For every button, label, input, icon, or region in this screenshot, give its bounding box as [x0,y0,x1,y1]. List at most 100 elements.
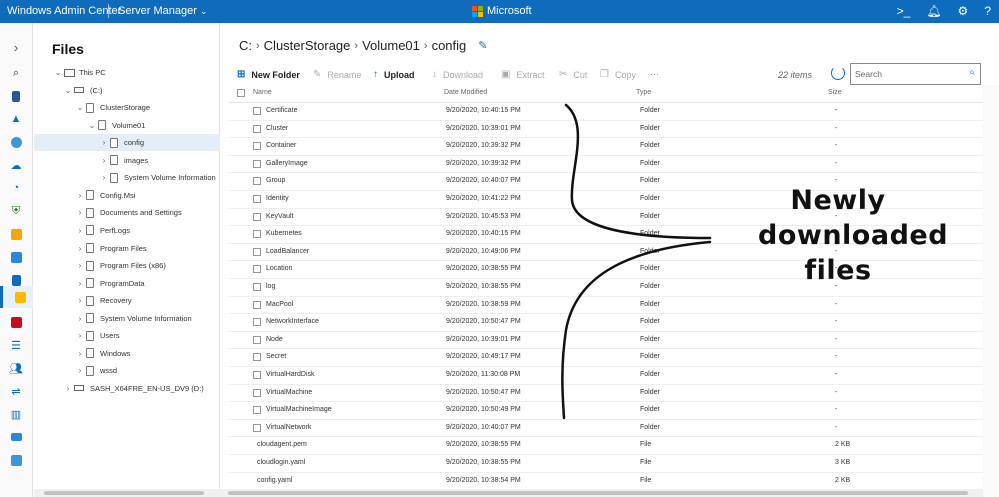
table-row[interactable]: GalleryImage 9/20/2020, 10:39:32 PM Folder… [229,156,983,174]
chevron-down-icon[interactable]: ⌄ [74,103,86,112]
backup-icon[interactable] [8,134,24,150]
overview-icon[interactable] [8,88,24,104]
help-icon[interactable]: ? [984,4,991,18]
chevron-right-icon[interactable]: › [98,173,110,182]
list-vertical-scrollbar[interactable] [983,85,999,497]
users-icon[interactable]: 👥︎ [8,360,24,376]
tree-node[interactable]: › Windows [34,345,220,362]
gear-icon[interactable]: ⚙ [958,4,969,18]
firewall-icon[interactable] [8,314,24,330]
table-row[interactable]: NetworkInterface 9/20/2020, 10:50:47 PM Fo… [229,314,983,332]
tree-node[interactable]: › wssd [34,362,220,379]
tree-node[interactable]: › config [34,134,220,152]
table-row[interactable]: VirtualMachineImage 9/20/2020, 10:50:49 P… [229,402,983,420]
column-header-name[interactable]: Name [253,89,272,96]
tree-node[interactable]: › PerfLogs [34,222,220,239]
column-header-size[interactable]: Size [828,89,842,96]
roles-icon[interactable] [8,452,24,468]
tree-node[interactable]: › Program Files [34,240,220,257]
scroll-thumb[interactable] [44,491,204,495]
chevron-right-icon[interactable]: › [74,244,86,253]
azure-icon[interactable]: ▲ [8,111,24,127]
breadcrumb-volume01[interactable]: Volume01 [362,38,420,53]
table-row[interactable]: Cluster 9/20/2020, 10:39:01 PM Folder - [229,121,983,139]
rename-button[interactable]: ✎ Rename [313,69,361,80]
bell-icon[interactable]: 🔔︎ [926,4,941,18]
tree-node[interactable]: › Config.Msi [34,187,220,204]
tree-node[interactable]: ⌄ Volume01 [34,117,220,134]
chevron-right-icon[interactable]: › [74,296,86,305]
network-icon[interactable]: ⇌ [8,383,24,399]
tree-node[interactable]: ⌄ (C:) [34,82,220,99]
chevron-down-icon[interactable]: ⌄ [62,86,74,95]
table-row[interactable]: VirtualNetwork 9/20/2020, 10:40:07 PM Fold… [229,420,983,438]
chevron-down-icon[interactable]: ⌄ [52,68,64,77]
tree-node[interactable]: › ProgramData [34,275,220,292]
edit-path-pencil-icon[interactable]: ✎ [478,39,487,52]
chevron-right-icon[interactable]: › [74,261,86,270]
table-row[interactable]: cloudagent.pem 9/20/2020, 10:38:55 PM File… [229,437,983,455]
app-title[interactable]: Windows Admin Center [7,5,121,17]
table-row[interactable]: Secret 9/20/2020, 10:49:17 PM Folder - [229,349,983,367]
chevron-right-icon[interactable]: › [74,331,86,340]
table-row[interactable]: MacPool 9/20/2020, 10:38:59 PM Folder - [229,297,983,315]
cut-button[interactable]: ✂ Cut [559,69,587,80]
breadcrumb-config[interactable]: config [432,38,467,53]
table-row[interactable]: config.yaml 9/20/2020, 10:38:54 PM File 2 K… [229,473,983,491]
table-row[interactable]: VirtualHardDisk 9/20/2020, 11:30:08 PM Fol… [229,367,983,385]
search-input[interactable]: Search ⌕ [850,63,981,85]
tree-node[interactable]: › images [34,152,220,169]
clock-icon[interactable]: ◔ [8,180,24,196]
expand-chevron-icon[interactable]: › [8,39,24,55]
tree-node[interactable]: › System Volume Information [34,310,220,327]
table-row[interactable]: Certificate 9/20/2020, 10:40:15 PM Folder - [229,103,983,121]
breadcrumb-drive[interactable]: C: [239,38,252,53]
breadcrumb-clusterstorage[interactable]: ClusterStorage [264,38,351,53]
tree-node[interactable]: ⌄ This PC [34,64,220,81]
extract-button[interactable]: ▣ Extract [501,69,544,80]
cloud-icon[interactable]: ☁ [8,157,24,173]
chevron-right-icon[interactable]: › [74,366,86,375]
cert-icon[interactable] [8,226,24,242]
new-folder-button[interactable]: ⊞ New Folder [237,69,300,80]
list-horizontal-scrollbar[interactable] [220,489,983,497]
performance-icon[interactable]: ▥ [8,406,24,422]
search-icon[interactable]: ⌕ [8,65,24,81]
tree-node[interactable]: › Users [34,327,220,344]
tree-horizontal-scrollbar[interactable] [34,489,220,497]
copy-button[interactable]: ❐ Copy [600,69,636,80]
tree-node[interactable]: › Program Files (x86) [34,257,220,274]
download-button[interactable]: ↓ Download [432,69,483,80]
context-switcher[interactable]: Server Manager ⌄ [118,5,207,17]
window-icon[interactable] [8,429,24,445]
column-header-date[interactable]: Date Modified [444,89,487,96]
shield-icon[interactable]: ⛨ [8,203,24,219]
tree-node[interactable]: › SASH_X64FRE_EN-US_DV9 (D:) [34,380,220,397]
chevron-right-icon[interactable]: › [74,314,86,323]
column-header-type[interactable]: Type [636,89,651,96]
more-actions-button[interactable]: ··· [650,69,659,79]
chevron-right-icon[interactable]: › [74,208,86,217]
files-icon[interactable] [0,286,33,308]
tree-node[interactable]: › Recovery [34,292,220,309]
chevron-right-icon[interactable]: › [62,384,74,393]
chevron-right-icon[interactable]: › [74,226,86,235]
chevron-right-icon[interactable]: › [74,279,86,288]
list-icon[interactable]: ☰ [8,337,24,353]
select-all-checkbox[interactable] [237,89,245,97]
table-row[interactable]: Container 9/20/2020, 10:39:32 PM Folder - [229,138,983,156]
tree-node[interactable]: › Documents and Settings [34,204,220,221]
devices-icon[interactable] [8,249,24,265]
upload-button[interactable]: ↑ Upload [373,69,415,80]
tree-node[interactable]: ⌄ ClusterStorage [34,99,220,116]
chevron-right-icon[interactable]: › [98,138,110,147]
refresh-icon[interactable] [831,66,845,80]
terminal-icon[interactable]: >_ [897,4,911,18]
scroll-thumb[interactable] [228,491,968,495]
chevron-right-icon[interactable]: › [74,191,86,200]
chevron-right-icon[interactable]: › [74,349,86,358]
tree-node[interactable]: › System Volume Information [34,169,220,186]
table-row[interactable]: VirtualMachine 9/20/2020, 10:50:47 PM Fold… [229,385,983,403]
search-icon[interactable]: ⌕ [969,67,975,78]
table-row[interactable]: cloudlogin.yaml 9/20/2020, 10:38:55 PM Fil… [229,455,983,473]
